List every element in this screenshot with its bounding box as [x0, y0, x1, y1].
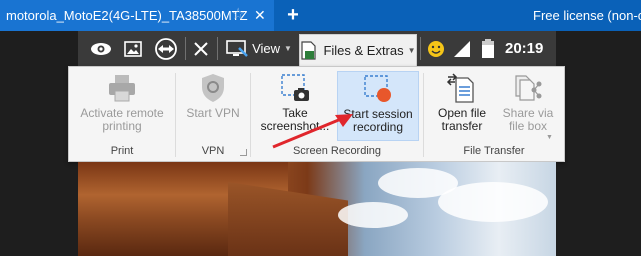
record-icon	[360, 72, 396, 106]
file-transfer-icon	[444, 71, 480, 105]
chevron-down-icon: ▼	[284, 44, 292, 53]
tab-bar: motorola_MotoE2(4G-LTE)_TA38500MTZ ☆ ✕ +…	[0, 0, 641, 31]
toolbar-divider	[420, 37, 421, 60]
start-vpn-button[interactable]: Start VPN	[180, 71, 246, 141]
activate-remote-printing-button[interactable]: Activate remote printing	[73, 71, 171, 141]
start-vpn-label: Start VPN	[186, 106, 240, 120]
printer-icon	[104, 71, 140, 105]
file-box-share-icon	[510, 71, 546, 105]
annotation-arrow-icon	[272, 114, 353, 149]
open-file-transfer-label: Open file transfer	[437, 106, 487, 133]
remote-screen-left-margin	[0, 31, 78, 256]
close-icon[interactable]	[189, 34, 213, 63]
canyon-rock	[228, 182, 348, 256]
files-icon	[301, 40, 317, 60]
license-text: Free license (non-co	[533, 8, 641, 23]
group-vpn: Start VPN VPN	[176, 67, 250, 161]
files-extras-label: Files & Extras	[323, 43, 404, 58]
open-file-transfer-button[interactable]: Open file transfer	[430, 71, 494, 141]
view-menu-button[interactable]: View ▼	[222, 34, 296, 63]
monitor-icon	[226, 39, 248, 57]
teamviewer-logo-icon[interactable]	[152, 34, 180, 63]
group-print-label: Print	[110, 145, 134, 157]
device-clock: 20:19	[505, 40, 544, 57]
group-print: Activate remote printing Print	[69, 67, 175, 161]
image-icon[interactable]	[120, 34, 146, 63]
smiley-icon[interactable]	[425, 34, 447, 63]
close-tab-icon[interactable]: ✕	[254, 6, 270, 24]
files-extras-ribbon: Activate remote printing Print Start VPN…	[68, 66, 565, 162]
group-vpn-label: VPN	[201, 145, 225, 157]
remote-screen-wallpaper[interactable]	[78, 162, 556, 256]
share-via-file-box-label: Share via file box	[502, 106, 554, 133]
new-tab-button[interactable]: +	[283, 4, 303, 26]
chevron-down-icon: ▼	[407, 46, 416, 55]
vpn-settings-launcher-icon[interactable]	[240, 149, 247, 156]
battery-icon	[478, 34, 498, 63]
cloud	[438, 182, 548, 222]
tab-title: motorola_MotoE2(4G-LTE)_TA38500MTZ	[6, 8, 248, 23]
favorite-star-icon[interactable]: ☆	[231, 6, 249, 24]
chevron-down-icon: ▼	[546, 134, 553, 141]
session-toolbar: View ▼ Files & Extras ▼ 20:19	[78, 31, 556, 66]
eye-icon[interactable]	[88, 34, 114, 63]
activate-remote-printing-label: Activate remote printing	[80, 106, 164, 133]
remote-screen-right-margin	[556, 31, 641, 256]
share-via-file-box-button[interactable]: Share via file box ▼	[496, 71, 560, 141]
signal-strength-icon	[451, 34, 473, 63]
files-extras-menu-button[interactable]: Files & Extras ▼	[299, 34, 417, 66]
toolbar-divider	[185, 37, 186, 60]
group-file-transfer: Open file transfer Share via file box ▼ …	[424, 67, 564, 161]
cloud	[338, 202, 408, 228]
group-file-transfer-label: File Transfer	[463, 145, 525, 157]
toolbar-divider	[217, 37, 218, 60]
screenshot-icon	[277, 71, 313, 105]
view-menu-label: View	[252, 41, 281, 56]
vpn-shield-icon	[195, 71, 231, 105]
